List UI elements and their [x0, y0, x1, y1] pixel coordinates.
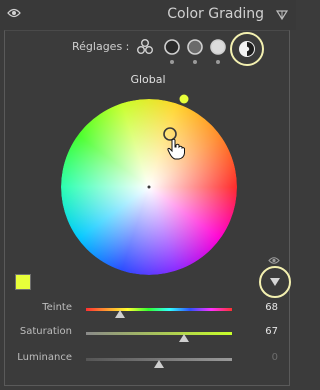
panel-title: Color Grading: [167, 6, 264, 22]
three-way-mode-icon[interactable]: [136, 38, 154, 56]
hue-slider-row: Teinte 68: [0, 302, 296, 318]
hand-cursor-icon: [167, 138, 185, 160]
global-mode-icon[interactable]: [229, 31, 265, 67]
luminance-slider-track[interactable]: [86, 358, 232, 368]
saturation-slider-track[interactable]: [86, 332, 232, 342]
color-swatch[interactable]: [15, 274, 31, 290]
expand-sliders-button[interactable]: [259, 266, 291, 298]
hue-slider-track[interactable]: [86, 308, 232, 318]
saturation-label: Saturation: [19, 326, 72, 337]
hue-label: Teinte: [42, 302, 72, 313]
hue-slider-thumb[interactable]: [114, 310, 125, 318]
highlights-indicator-dot: [216, 60, 220, 64]
luminance-value[interactable]: 0: [272, 352, 278, 363]
triangle-down-icon: [270, 278, 280, 286]
wheel-scope-label: Global: [130, 73, 166, 86]
saturation-slider-thumb[interactable]: [178, 334, 189, 342]
luminance-label: Luminance: [17, 352, 72, 363]
shadows-indicator-dot: [170, 60, 174, 64]
saturation-value[interactable]: 67: [265, 326, 278, 337]
shadows-mode-icon[interactable]: [163, 38, 181, 56]
color-wheel[interactable]: [61, 99, 237, 275]
visibility-eye-icon[interactable]: [7, 8, 21, 18]
highlights-mode-icon[interactable]: [209, 38, 227, 56]
luminance-slider-row: Luminance 0: [0, 352, 296, 368]
preview-eye-icon[interactable]: [268, 256, 280, 265]
collapse-icon[interactable]: [276, 10, 288, 20]
hue-value[interactable]: 68: [265, 302, 278, 313]
midtones-mode-icon[interactable]: [186, 38, 204, 56]
midtones-indicator-dot: [193, 60, 197, 64]
luminance-slider-thumb[interactable]: [154, 360, 164, 368]
panel-header: Color Grading: [0, 0, 296, 30]
saturation-slider-row: Saturation 67: [0, 326, 296, 342]
settings-label: Réglages :: [72, 40, 130, 53]
